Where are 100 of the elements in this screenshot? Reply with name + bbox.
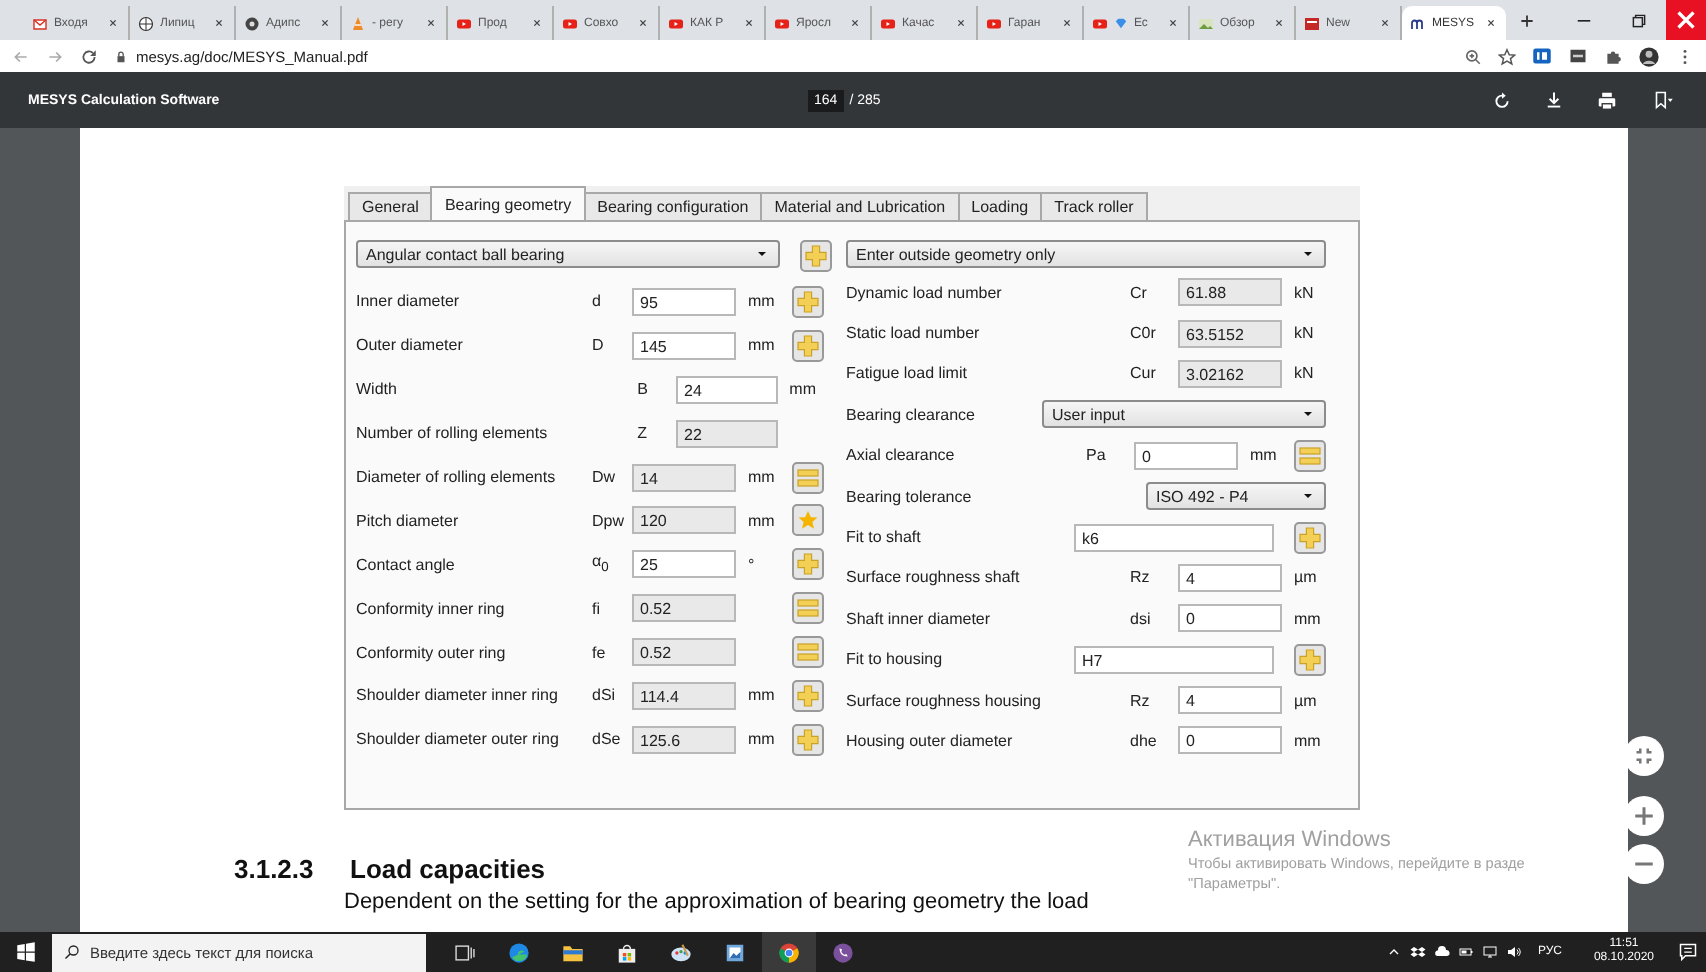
close-icon[interactable]: [1484, 16, 1498, 30]
input-field[interactable]: 0.52: [632, 638, 736, 667]
close-icon[interactable]: [1378, 16, 1392, 30]
bookmark-icon[interactable]: [1650, 90, 1678, 110]
input-field[interactable]: k6: [1074, 523, 1274, 552]
windows-start-icon[interactable]: [16, 942, 36, 962]
input-field[interactable]: 3.02162: [1178, 359, 1282, 388]
equals-button[interactable]: [792, 592, 824, 625]
new-tab-icon[interactable]: [1518, 11, 1536, 29]
input-field[interactable]: 4: [1178, 686, 1282, 715]
input-field[interactable]: 63.5152: [1178, 319, 1282, 348]
close-icon[interactable]: [424, 16, 438, 30]
input-field[interactable]: 14: [632, 463, 736, 491]
field-label: Contact angle: [356, 555, 457, 574]
dropbox-icon[interactable]: [1409, 944, 1426, 960]
cloud-icon[interactable]: [1433, 944, 1450, 960]
field-label: Surface roughness shaft: [846, 568, 1022, 587]
symbol-label: Z: [637, 424, 649, 443]
store-icon[interactable]: [616, 941, 638, 963]
monitor-icon[interactable]: [1481, 944, 1498, 960]
equals-button[interactable]: [1294, 439, 1326, 472]
close-icon[interactable]: [742, 16, 756, 30]
input-field[interactable]: 0.52: [632, 594, 736, 623]
input-field[interactable]: 22: [676, 419, 778, 448]
unit-label: mm: [748, 511, 777, 530]
fit-page-button[interactable]: [1624, 736, 1664, 776]
input-field[interactable]: 125.6: [632, 725, 736, 754]
dialog-tab[interactable]: Bearing configuration: [583, 192, 763, 220]
notification-icon[interactable]: [1678, 942, 1698, 962]
close-icon[interactable]: [318, 16, 332, 30]
field-label: Shoulder diameter outer ring: [356, 730, 561, 749]
close-icon[interactable]: [636, 16, 650, 30]
close-icon[interactable]: [848, 16, 862, 30]
dialog-tab[interactable]: General: [348, 192, 433, 220]
add-button[interactable]: [1294, 521, 1326, 554]
restore-icon[interactable]: [1630, 11, 1648, 29]
chevron-up-icon[interactable]: [1385, 944, 1402, 960]
chrome-icon[interactable]: [778, 941, 800, 963]
add-button[interactable]: [792, 679, 824, 712]
rotate-icon[interactable]: [1492, 90, 1512, 110]
dialog-tab[interactable]: Material and Lubrication: [760, 192, 960, 220]
lock-icon[interactable]: [114, 49, 128, 63]
star-button[interactable]: [792, 504, 824, 537]
download-icon[interactable]: [1544, 90, 1564, 110]
palette-icon[interactable]: [670, 941, 692, 963]
field-label: Pitch diameter: [356, 511, 461, 530]
input-field[interactable]: 25: [632, 550, 736, 579]
input-field[interactable]: 120: [632, 506, 736, 535]
dropdown[interactable]: ISO 492 - P4: [1146, 482, 1326, 511]
zoom-in-button[interactable]: [1624, 796, 1664, 836]
close-icon[interactable]: [1272, 16, 1286, 30]
add-button[interactable]: [1294, 643, 1326, 676]
equals-button[interactable]: [792, 461, 824, 493]
browser-icon[interactable]: [508, 941, 530, 963]
close-icon[interactable]: [106, 16, 120, 30]
field-label: Shoulder diameter inner ring: [356, 686, 560, 705]
add-button[interactable]: [792, 285, 824, 318]
input-field[interactable]: 114.4: [632, 681, 736, 710]
input-field[interactable]: 0: [1134, 441, 1238, 470]
add-button[interactable]: [792, 548, 824, 581]
input-field[interactable]: H7: [1074, 645, 1274, 674]
star-icon[interactable]: [1498, 47, 1516, 65]
phone-app-icon[interactable]: [832, 941, 854, 963]
task-view-icon[interactable]: [454, 941, 476, 963]
dialog-tab[interactable]: Track roller: [1040, 192, 1148, 220]
photo-icon[interactable]: [724, 941, 746, 963]
extension-icon[interactable]: [1532, 46, 1552, 66]
add-button[interactable]: [792, 723, 824, 756]
input-field[interactable]: 0: [1178, 726, 1282, 755]
input-field[interactable]: 95: [632, 287, 736, 316]
print-icon[interactable]: [1596, 89, 1618, 111]
dialog-tab[interactable]: Bearing geometry: [430, 186, 586, 220]
close-icon[interactable]: [212, 16, 226, 30]
avatar-icon[interactable]: [1638, 45, 1660, 67]
zoom-out-button[interactable]: [1624, 844, 1664, 884]
battery-icon[interactable]: [1457, 944, 1474, 960]
close-icon[interactable]: [1060, 16, 1074, 30]
dropdown[interactable]: User input: [1042, 400, 1326, 429]
puzzle-icon[interactable]: [1604, 47, 1622, 65]
extension-icon[interactable]: [1568, 46, 1588, 66]
close-icon[interactable]: [1166, 16, 1180, 30]
dropdown[interactable]: Enter outside geometry only: [846, 240, 1326, 268]
field-label: Housing outer diameter: [846, 731, 1015, 750]
reload-icon[interactable]: [80, 47, 98, 65]
input-field[interactable]: 0: [1178, 604, 1282, 633]
close-icon[interactable]: [530, 16, 544, 30]
equals-button[interactable]: [792, 636, 824, 669]
close-icon[interactable]: [954, 16, 968, 30]
input-field[interactable]: 61.88: [1178, 278, 1282, 307]
dropdown[interactable]: Angular contact ball bearing: [356, 240, 780, 268]
speaker-icon[interactable]: [1505, 944, 1522, 960]
add-button[interactable]: [792, 329, 824, 362]
close-icon[interactable]: [1666, 0, 1706, 40]
input-field[interactable]: 145: [632, 331, 736, 360]
zoom-icon[interactable]: [1464, 47, 1482, 65]
input-field[interactable]: 4: [1178, 563, 1282, 592]
input-field[interactable]: 24: [676, 375, 778, 404]
folder-icon[interactable]: [562, 941, 584, 963]
unit-label: mm: [748, 336, 777, 355]
dialog-tab[interactable]: Loading: [957, 192, 1043, 220]
